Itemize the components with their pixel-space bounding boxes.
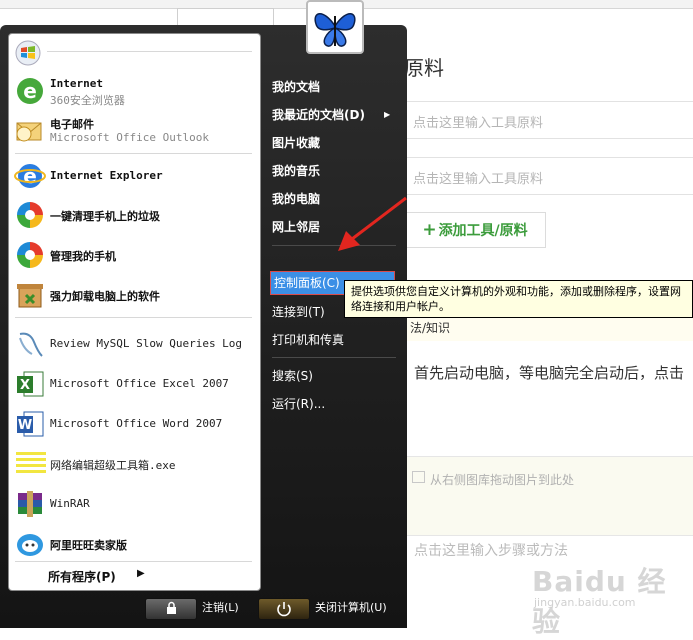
image-drop-zone[interactable]: 从右侧图库拖动图片到此处 — [404, 456, 693, 536]
pinned-sub: 360安全浏览器 — [50, 94, 125, 107]
start-menu-programs-pane: e Internet 360安全浏览器 电子邮件 Microsoft Offic… — [8, 33, 261, 591]
image-drop-label: 从右侧图库拖动图片到此处 — [430, 473, 575, 487]
recent-documents-label: 我最近的文档(D) — [272, 108, 365, 122]
windows-logo-icon — [15, 40, 41, 66]
recent-aliwangwang[interactable]: 阿里旺旺卖家版 — [11, 525, 257, 563]
svg-text:e: e — [23, 79, 37, 103]
program-name: Microsoft Office Excel 2007 — [50, 377, 229, 390]
recent-manage-phone[interactable]: 管理我的手机 — [11, 236, 257, 274]
pinned-sub: Microsoft Office Outlook — [50, 131, 209, 144]
ie-green-icon: e — [14, 75, 46, 107]
step-text[interactable]: 首先启动电脑，等电脑完全启动后，点击 — [414, 362, 684, 383]
outlook-icon — [14, 114, 46, 146]
field-placeholder: 点击这里输入工具原料 — [413, 172, 544, 187]
recent-internet-explorer[interactable]: e Internet Explorer — [11, 157, 257, 195]
pinned-name: Internet — [50, 77, 103, 90]
uninstall-icon — [14, 279, 46, 311]
program-name: WinRAR — [50, 497, 90, 510]
program-name: 网络编辑超级工具箱.exe — [50, 459, 176, 472]
my-pictures[interactable]: 图片收藏 — [272, 132, 396, 154]
butterfly-icon — [314, 13, 356, 47]
recent-phone-cleanup[interactable]: 一键清理手机上的垃圾 — [11, 196, 257, 234]
field-placeholder: 点击这里输入工具原料 — [413, 116, 544, 131]
separator — [15, 561, 252, 562]
program-name: 管理我的手机 — [50, 250, 116, 263]
pinned-email[interactable]: 电子邮件 Microsoft Office Outlook — [11, 111, 257, 149]
printers-faxes[interactable]: 打印机和传真 — [272, 329, 396, 351]
recent-winrar[interactable]: WinRAR — [11, 485, 257, 523]
phone-manager-icon — [14, 239, 46, 271]
control-panel-label: 控制面板(C) — [274, 276, 340, 290]
section-title: 原料 — [404, 56, 444, 80]
separator — [15, 153, 252, 154]
separator — [15, 317, 252, 318]
power-icon — [277, 602, 291, 617]
image-icon — [412, 471, 425, 483]
program-name: 强力卸载电脑上的软件 — [50, 290, 160, 303]
annotation-arrow — [338, 196, 407, 251]
logoff-label: 注销(L) — [202, 601, 239, 614]
pinned-name: 电子邮件 — [50, 118, 94, 131]
svg-text:X: X — [20, 378, 30, 393]
program-name: 一键清理手机上的垃圾 — [50, 210, 160, 223]
start-menu-places-pane: 我的文档 我最近的文档(D) ▶ 图片收藏 我的音乐 我的电脑 网上邻居 控制面板… — [264, 47, 404, 592]
mysql-icon — [14, 328, 46, 360]
shutdown-button[interactable] — [258, 598, 310, 620]
step-header-text: 法/知识 — [410, 321, 451, 335]
program-name: Review MySQL Slow Queries Log — [50, 337, 243, 350]
my-music[interactable]: 我的音乐 — [272, 160, 396, 182]
lock-icon — [167, 601, 176, 614]
run[interactable]: 运行(R)... — [272, 393, 396, 415]
recent-documents[interactable]: 我最近的文档(D) ▶ — [272, 104, 396, 126]
ie-icon: e — [14, 160, 46, 192]
separator — [272, 357, 396, 358]
word-icon: W — [14, 408, 46, 440]
watermark-url: jingyan.baidu.com — [534, 596, 636, 609]
my-documents[interactable]: 我的文档 — [272, 76, 396, 98]
excel-icon: X — [14, 368, 46, 400]
pinned-internet[interactable]: e Internet 360安全浏览器 — [11, 72, 257, 110]
svg-text:e: e — [23, 164, 37, 188]
separator — [47, 51, 252, 52]
winrar-icon — [14, 488, 46, 520]
logoff-button[interactable] — [145, 598, 197, 620]
notepad-icon — [14, 448, 46, 480]
control-panel-tooltip: 提供选项供您自定义计算机的外观和功能，添加或删除程序，设置网络连接和用户帐户。 — [344, 280, 693, 318]
program-name: Microsoft Office Word 2007 — [50, 417, 223, 430]
recent-uninstall[interactable]: 强力卸载电脑上的软件 — [11, 276, 257, 314]
shutdown-label: 关闭计算机(U) — [315, 601, 387, 614]
aliwangwang-icon — [14, 528, 46, 560]
tool-material-field-1[interactable]: 点击这里输入工具原料 — [404, 101, 693, 139]
user-avatar[interactable] — [306, 0, 364, 54]
chevron-right-icon: ▶ — [137, 568, 145, 579]
recent-word[interactable]: W Microsoft Office Word 2007 — [11, 405, 257, 443]
recent-mysql-log[interactable]: Review MySQL Slow Queries Log — [11, 325, 257, 363]
program-name: Internet Explorer — [50, 169, 163, 182]
add-tool-label: 添加工具/原料 — [438, 223, 528, 239]
tool-material-field-2[interactable]: 点击这里输入工具原料 — [404, 157, 693, 195]
recent-editor-toolbox[interactable]: 网络编辑超级工具箱.exe — [11, 445, 257, 483]
chevron-right-icon: ▶ — [384, 110, 391, 119]
step-input-placeholder[interactable]: 点击这里输入步骤或方法 — [414, 540, 568, 560]
all-programs[interactable]: 所有程序(P) — [48, 568, 116, 585]
add-tool-button[interactable]: + 添加工具/原料 — [404, 212, 546, 248]
connect-to-label: 连接到(T) — [272, 305, 325, 319]
program-name: 阿里旺旺卖家版 — [50, 539, 127, 552]
recent-excel[interactable]: X Microsoft Office Excel 2007 — [11, 365, 257, 403]
svg-text:W: W — [18, 418, 32, 433]
search[interactable]: 搜索(S) — [272, 365, 396, 387]
start-menu: e Internet 360安全浏览器 电子邮件 Microsoft Offic… — [0, 25, 407, 628]
phone-manager-icon — [14, 199, 46, 231]
